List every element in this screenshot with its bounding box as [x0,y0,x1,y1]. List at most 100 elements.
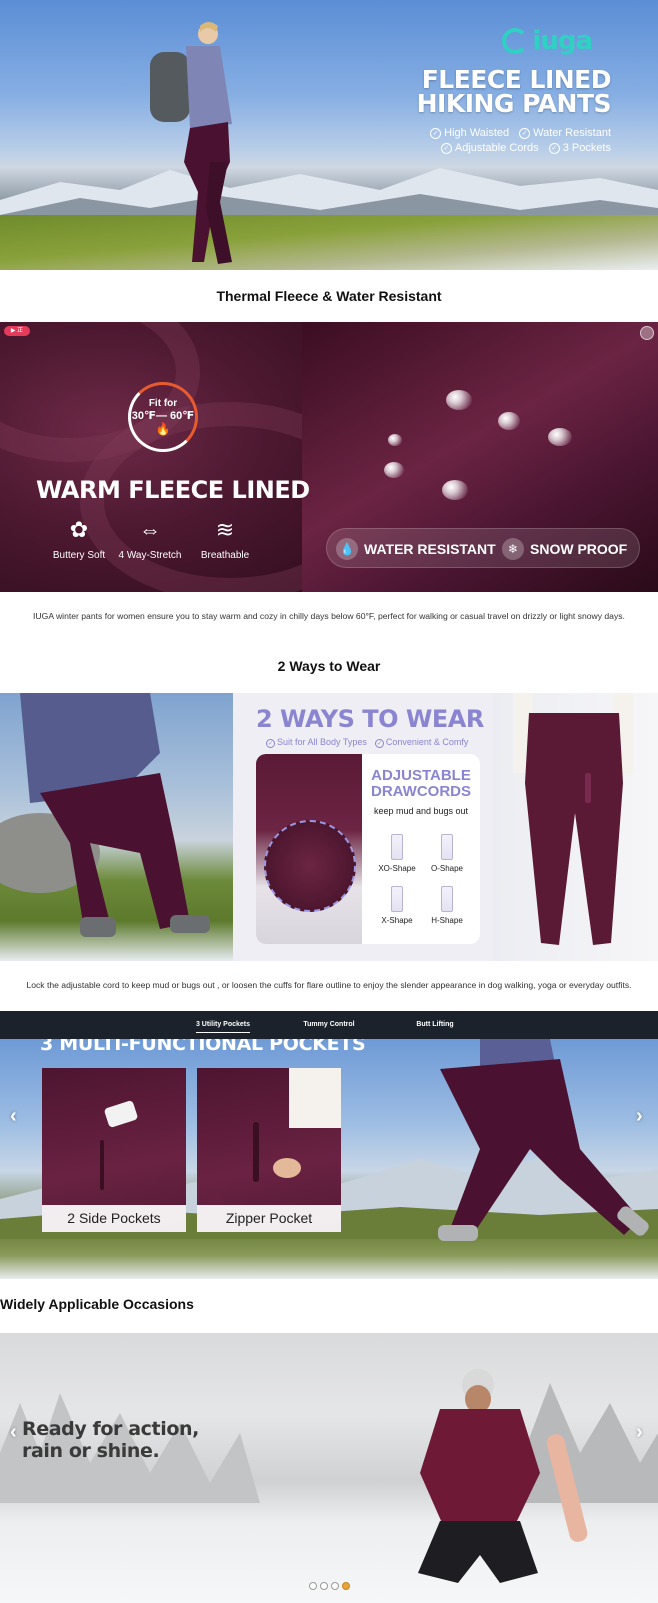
pockets-banner: 3 MULTI-FUNCTIONAL POCKETS 2 Side Pocket… [0,1039,658,1279]
water-droplet [384,462,404,478]
feature-item: ✓ 3 Pockets [548,142,611,154]
ways-sub-text: Convenient & Comfy [385,737,469,747]
ways-sub-item: ✓ Suit for All Body Types [266,737,367,748]
tagline-line2: rain or shine. [22,1440,160,1462]
ways-subtitle: ✓ Suit for All Body Types ✓ Convenient & C… [266,737,468,748]
ways-sub-text: Suit for All Body Types [277,737,367,747]
water-resistant-label: 💧 WATER RESISTANT [336,538,496,560]
media-badge: ▶ 正 [4,326,30,336]
carousel-dot-active[interactable] [341,1582,350,1590]
carousel-next-button[interactable]: › [636,1105,643,1128]
water-resistant-text: WATER RESISTANT [364,541,496,557]
temperature-badge: Fit for 30℉— 60℉ 🔥 [128,382,198,452]
side-pockets-card: 2 Side Pockets [42,1068,186,1232]
pockets-title: 3 MULTI-FUNCTIONAL POCKETS [40,1039,366,1055]
ways-banner-title: 2 WAYS TO WEAR [256,705,484,733]
check-icon: ✓ [548,142,560,154]
snowflake-icon: ❄ [502,538,524,560]
section-title-occasions: Widely Applicable Occasions [0,1296,194,1312]
feature-icon-label: Breathable [200,550,250,561]
occasions-banner: Ready for action, rain or shine. ‹ › [0,1333,658,1603]
h-shape-icon [441,886,453,912]
shape-h: H-Shape [422,886,472,925]
tab-butt-lifting[interactable]: Butt Lifting [382,1011,488,1039]
sitting-hiker-figure [0,693,210,937]
standing-model-photo [493,693,658,961]
ways-description: Lock the adjustable cord to keep mud or … [26,980,632,990]
adjustable-title-line1: ADJUSTABLE [371,767,471,784]
water-droplet [548,428,572,446]
tab-tummy-control[interactable]: Tummy Control [276,1011,382,1039]
adjustable-title: ADJUSTABLE DRAWCORDS [364,768,478,800]
tab-utility-pockets[interactable]: 3 Utility Pockets [170,1011,276,1039]
shape-xo: XO-Shape [372,834,422,873]
check-icon: ✓ [374,739,384,748]
fleece-description: IUGA winter pants for women ensure you t… [33,611,625,621]
carousel-dot[interactable] [319,1582,328,1590]
feature-icon-breathable: ≋ Breathable [180,514,270,561]
drawcord-zoom-circle [264,820,356,912]
hiker-figure [150,22,232,264]
zipper-pocket-label: Zipper Pocket [197,1205,341,1232]
fit-label: Fit for [148,398,178,409]
side-pockets-label: 2 Side Pockets [42,1205,186,1232]
shape-label: H-Shape [431,916,463,925]
shape-label: X-Shape [381,916,413,925]
shape-label: XO-Shape [378,864,416,873]
snow-proof-text: SNOW PROOF [530,541,628,557]
section-title-thermal: Thermal Fleece & Water Resistant [216,288,442,304]
feature-label: High Waisted [444,127,510,139]
flame-icon: 🔥 [155,422,171,436]
carousel-next-button[interactable]: › [636,1421,643,1444]
snowy-meadow [0,215,658,270]
snow-player-figure [418,1369,588,1583]
feature-label: Adjustable Cords [454,142,539,154]
feature-tabbar: 3 Utility Pockets Tummy Control Butt Lif… [0,1011,658,1039]
feature-label: 3 Pockets [562,142,611,154]
feature-list: ✓ High Waisted ✓ Water Resistant ✓ Adjustab… [401,127,611,154]
breathable-icon: ≋ [215,517,235,542]
feature-item: ✓ High Waisted [430,127,509,139]
carousel-dot[interactable] [330,1582,339,1590]
standing-model-figure [513,693,633,945]
snow-proof-label: ❄ SNOW PROOF [502,538,627,560]
shape-x: X-Shape [372,886,422,925]
two-ways-banner: 2 WAYS TO WEAR ✓ Suit for All Body Types … [0,693,658,961]
occasions-tagline: Ready for action, rain or shine. [22,1418,199,1462]
o-shape-icon [441,834,453,860]
water-droplet [446,390,472,410]
brand-logo: iuga [502,26,593,56]
water-droplet [388,434,402,446]
check-icon: ✓ [430,127,442,139]
water-droplet [498,412,520,430]
adjustable-title-line2: DRAWCORDS [371,783,471,800]
feature-item: ✓ Adjustable Cords [440,142,539,154]
logo-icon [502,28,529,54]
shape-label: O-Shape [430,864,464,873]
x-shape-icon [391,886,403,912]
water-drop-icon: 💧 [336,538,358,560]
check-icon: ✓ [266,739,275,748]
shape-o: O-Shape [422,834,472,873]
water-droplet [442,480,468,500]
media-control-button[interactable] [640,326,654,340]
drawcord-card: ADJUSTABLE DRAWCORDS keep mud and bugs o… [256,754,480,944]
hero-title: FLEECE LINED HIKING PANTS [416,67,612,118]
brand-name: iuga [532,26,593,56]
feature-item: ✓ Water Resistant [519,127,611,139]
carousel-prev-button[interactable]: ‹ [10,1105,17,1128]
hero-banner: iuga FLEECE LINED HIKING PANTS ✓ High Wai… [0,0,658,270]
keep-mud-text: keep mud and bugs out [373,806,469,816]
carousel-dots [0,1582,658,1590]
fit-range: 30℉— 60℉ [131,410,195,422]
zipper-pocket-card: Zipper Pocket [197,1068,341,1232]
warm-fleece-title: WARM FLEECE LINED [36,476,310,504]
fleece-banner: ▶ 正 Fit for 30℉— 60℉ 🔥 WARM FLEECE LINED… [0,322,658,592]
check-icon: ✓ [440,142,452,154]
hero-title-line2: HIKING PANTS [416,89,612,118]
xo-shape-icon [391,834,403,860]
sitting-hiker-photo [0,693,233,961]
running-model-figure [438,1039,649,1241]
carousel-dot[interactable] [308,1582,317,1590]
carousel-prev-button[interactable]: ‹ [10,1421,17,1444]
